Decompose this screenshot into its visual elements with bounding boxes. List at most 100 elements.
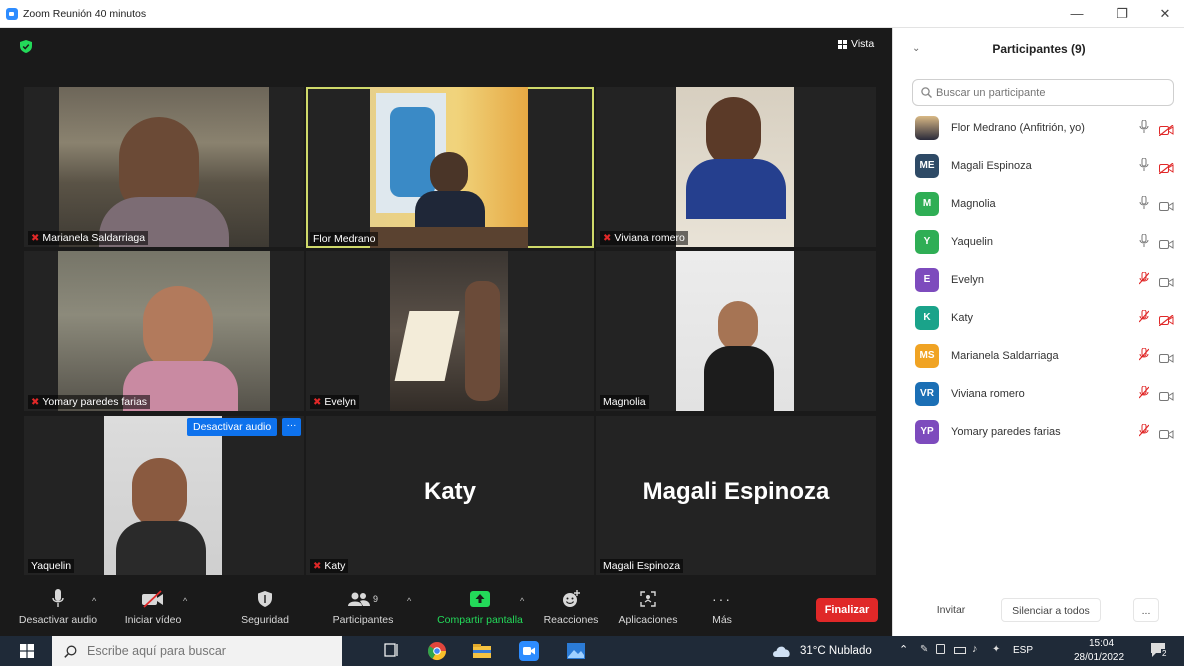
battery-icon[interactable] (954, 647, 966, 654)
participant-name: Magali Espinoza (951, 160, 1032, 172)
security-button[interactable]: Seguridad (232, 588, 298, 626)
participant-search[interactable] (912, 79, 1174, 106)
clock-date[interactable]: 28/01/2022 (1074, 652, 1124, 663)
participant-row[interactable]: Y Yaquelin (893, 223, 1184, 261)
apps-icon (640, 591, 656, 607)
zoom-logo-icon (6, 7, 18, 20)
panel-title: Participantes (9) (992, 42, 1086, 56)
participant-row[interactable]: MS Marianela Saldarriaga (893, 337, 1184, 375)
mute-audio-button[interactable]: Desactivar audio (14, 588, 102, 626)
participant-name: Yomary paredes farias (951, 426, 1061, 438)
video-tile-evelyn[interactable]: ✖ Evelyn (306, 251, 594, 411)
video-camera-icon[interactable] (1159, 389, 1174, 401)
microphone-icon[interactable] (1139, 157, 1149, 174)
zoom-taskbar-icon[interactable] (519, 641, 539, 661)
muted-mic-icon: ✖ (31, 396, 40, 408)
participants-icon (347, 592, 370, 606)
participant-search-input[interactable] (936, 86, 1156, 99)
video-camera-icon[interactable] (1159, 237, 1174, 249)
reactions-button[interactable]: Reacciones (540, 588, 602, 626)
network-icon[interactable]: ✦ (992, 644, 1000, 655)
security-shield-icon[interactable] (20, 40, 32, 53)
device-icon[interactable] (936, 644, 945, 654)
video-camera-icon[interactable] (1159, 275, 1174, 287)
tile-mute-audio-button[interactable]: Desactivar audio (187, 418, 278, 436)
participant-row[interactable]: Flor Medrano (Anfitrión, yo) (893, 109, 1184, 147)
participant-name: Magnolia (951, 198, 996, 210)
participant-name: Evelyn (951, 274, 985, 286)
muted-mic-icon[interactable] (1138, 271, 1150, 288)
microphone-icon[interactable] (1139, 233, 1149, 250)
video-tile-magali[interactable]: Magali Espinoza Magali Espinoza (596, 416, 876, 575)
muted-mic-icon[interactable] (1138, 309, 1150, 326)
participants-options-caret-icon[interactable]: ^ (407, 596, 411, 606)
participant-video (676, 87, 794, 247)
video-off-icon[interactable] (1158, 313, 1174, 327)
show-hidden-icons-icon[interactable]: ⌃ (899, 643, 908, 656)
muted-mic-icon[interactable] (1138, 347, 1150, 364)
search-icon (64, 645, 77, 658)
tile-more-options-button[interactable]: ··· (282, 418, 301, 436)
photos-icon[interactable] (566, 641, 586, 661)
participant-row[interactable]: VR Viviana romero (893, 375, 1184, 413)
video-tile-magnolia[interactable]: Magnolia (596, 251, 876, 411)
video-tile-marianela[interactable]: ✖ Marianela Saldarriaga (24, 87, 304, 247)
taskbar-search[interactable] (52, 636, 342, 666)
windows-start-icon[interactable] (20, 644, 34, 658)
tile-name-label: Magnolia (600, 395, 649, 409)
video-off-icon[interactable] (1158, 123, 1174, 137)
video-tile-flor-active-speaker[interactable]: Flor Medrano (306, 87, 594, 248)
microphone-icon[interactable] (1139, 195, 1149, 212)
more-button[interactable]: ··· Más (702, 588, 742, 626)
task-view-icon[interactable] (381, 641, 401, 661)
clock-time[interactable]: 15:04 (1089, 638, 1114, 649)
muted-mic-icon[interactable] (1138, 423, 1150, 440)
end-meeting-button[interactable]: Finalizar (816, 598, 878, 622)
video-tile-yomary[interactable]: ✖ Yomary paredes farias (24, 251, 304, 411)
more-dots-icon: ··· (712, 591, 732, 607)
weather-text[interactable]: 31°C Nublado (800, 645, 872, 657)
video-camera-icon[interactable] (1159, 199, 1174, 211)
video-tile-yaquelin[interactable]: Yaquelin (24, 416, 304, 575)
microphone-icon[interactable] (1139, 119, 1149, 136)
participant-row[interactable]: E Evelyn (893, 261, 1184, 299)
participant-video (59, 87, 269, 247)
avatar: MS (915, 344, 939, 368)
view-button[interactable]: Vista (838, 38, 874, 50)
video-camera-icon[interactable] (1159, 427, 1174, 439)
pen-icon[interactable]: ✎ (920, 644, 928, 655)
taskbar-search-input[interactable] (87, 644, 327, 658)
input-language[interactable]: ESP (1013, 645, 1033, 656)
participant-row[interactable]: YP Yomary paredes farias (893, 413, 1184, 451)
video-off-icon[interactable] (1158, 161, 1174, 175)
video-tile-katy[interactable]: Katy ✖ Katy (306, 416, 594, 575)
participant-row[interactable]: M Magnolia (893, 185, 1184, 223)
participant-row[interactable]: ME Magali Espinoza (893, 147, 1184, 185)
audio-options-caret-icon[interactable]: ^ (92, 596, 96, 606)
file-explorer-icon[interactable] (472, 641, 492, 661)
chrome-icon[interactable] (427, 641, 447, 661)
participants-button[interactable]: 9 Participantes (326, 588, 400, 626)
start-video-button[interactable]: Iniciar vídeo (116, 588, 190, 626)
minimize-icon[interactable]: — (1062, 4, 1092, 24)
close-icon[interactable]: ✕ (1150, 4, 1180, 24)
video-camera-icon[interactable] (1159, 351, 1174, 363)
mute-all-button[interactable]: Silenciar a todos (1001, 598, 1101, 622)
tile-big-name: Katy (423, 478, 477, 505)
volume-icon[interactable]: ♪ (972, 643, 978, 655)
share-screen-button[interactable]: Compartir pantalla (428, 588, 532, 626)
tile-name-label: ✖ Marianela Saldarriaga (28, 231, 149, 245)
participant-row[interactable]: K Katy (893, 299, 1184, 337)
muted-mic-icon: ✖ (313, 560, 322, 572)
video-tile-viviana[interactable]: ✖ Viviana romero (596, 87, 876, 247)
tile-name-label: ✖ Yomary paredes farias (28, 395, 151, 409)
muted-mic-icon[interactable] (1138, 385, 1150, 402)
invite-button[interactable]: Invitar (927, 598, 975, 622)
participant-video (58, 251, 270, 411)
panel-more-button[interactable]: ... (1133, 598, 1159, 622)
restore-icon[interactable]: ❐ (1107, 4, 1137, 24)
apps-button[interactable]: Aplicaciones (612, 588, 684, 626)
tile-name-label: ✖ Katy (310, 559, 349, 573)
share-options-caret-icon[interactable]: ^ (520, 596, 524, 606)
video-options-caret-icon[interactable]: ^ (183, 596, 187, 606)
